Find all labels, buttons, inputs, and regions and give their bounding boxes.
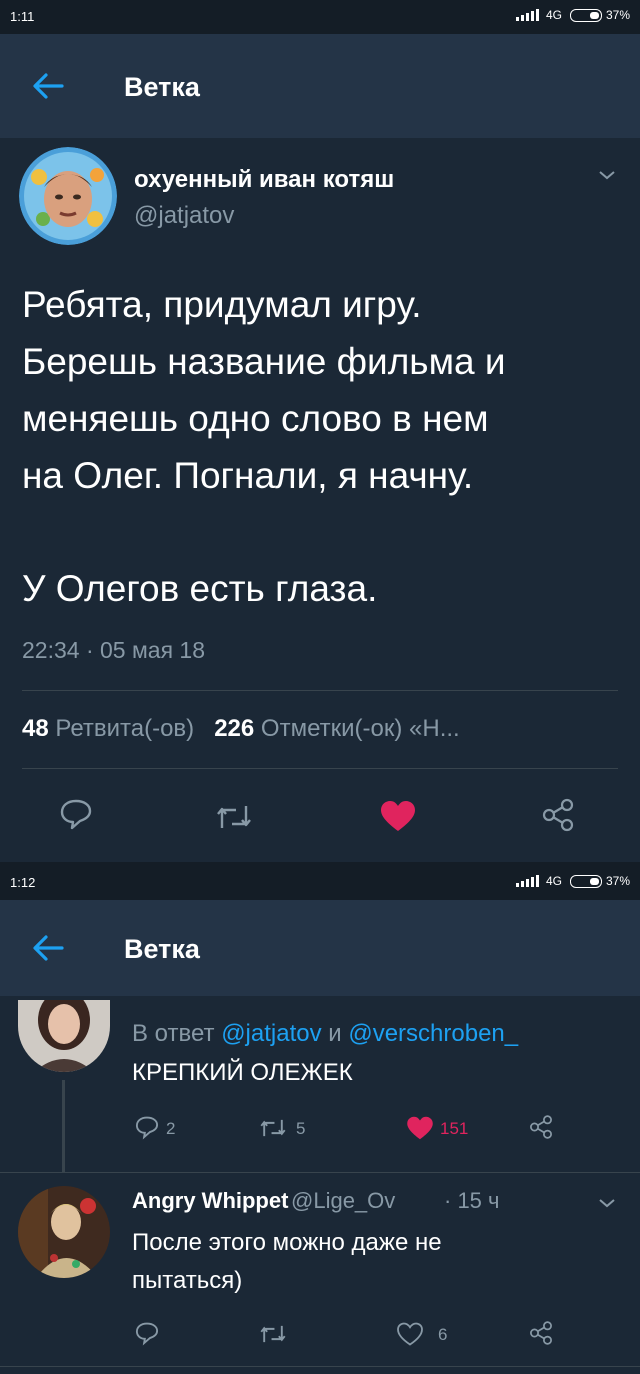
author-name[interactable]: охуенный иван котяш <box>134 166 394 194</box>
page-title: Ветка <box>124 934 200 964</box>
thread-line <box>62 1080 65 1172</box>
page-title: Ветка <box>124 72 200 102</box>
screenshot-1: 1:11 4G 37% Ветка охуенный иван котяш @j… <box>0 0 640 862</box>
more-stats[interactable]: «Н... <box>409 715 460 742</box>
reply-conj: и <box>328 1020 342 1047</box>
heart-icon[interactable] <box>396 1322 424 1346</box>
author-handle[interactable]: @jatjatov <box>134 202 234 230</box>
reply-context: В ответ @jatjatov и @verschroben_ <box>132 1016 518 1052</box>
app-bar: Ветка <box>0 34 640 138</box>
battery-level: 37% <box>605 8 630 22</box>
heart-icon[interactable] <box>406 1116 434 1140</box>
author-handle[interactable]: @Lige_Ov <box>291 1188 395 1214</box>
tweet-timestamp: 22:34 · 05 мая 18 <box>22 637 206 663</box>
tweet-paragraph: Ребята, придумал игру. Берешь название ф… <box>22 284 506 496</box>
divider <box>0 1366 640 1367</box>
reply-text: КРЕПКИЙ ОЛЕЖЕК <box>132 1059 353 1086</box>
screenshot-2: 1:12 4G 37% Ветка В ответ @jatjatov и @v… <box>0 866 640 1374</box>
reply-icon[interactable] <box>58 796 94 832</box>
likes-count: 151 <box>440 1119 469 1138</box>
likes-count: 6 <box>438 1325 448 1344</box>
status-time: 1:12 <box>10 875 36 890</box>
author-name[interactable]: Angry Whippet <box>132 1188 288 1214</box>
battery-icon <box>569 8 602 22</box>
battery-icon <box>569 874 602 888</box>
likes-count[interactable]: 226 <box>214 715 254 742</box>
reply-icon[interactable] <box>134 1114 160 1140</box>
status-time: 1:11 <box>10 9 35 24</box>
reply-time: · 15 ч <box>444 1188 500 1213</box>
share-icon[interactable] <box>528 1114 554 1140</box>
divider <box>0 1172 640 1173</box>
divider <box>22 768 618 769</box>
reply-prefix: В ответ <box>132 1020 215 1047</box>
mention-link[interactable]: @jatjatov <box>221 1020 321 1047</box>
retweets-count[interactable]: 48 <box>22 715 49 742</box>
signal-icon <box>515 875 542 887</box>
network-type: 4G <box>545 8 562 22</box>
avatar[interactable] <box>18 1000 110 1072</box>
share-icon[interactable] <box>540 797 576 833</box>
retweet-icon[interactable] <box>214 802 254 832</box>
status-bar: 1:11 4G 37% <box>0 0 640 34</box>
chevron-down-icon[interactable] <box>598 170 616 180</box>
chevron-down-icon[interactable] <box>598 1198 616 1208</box>
reply-icon[interactable] <box>134 1320 160 1346</box>
replies-count: 2 <box>166 1119 176 1138</box>
signal-icon <box>515 9 542 21</box>
back-arrow-icon[interactable] <box>28 928 68 968</box>
battery-level: 37% <box>605 874 630 888</box>
share-icon[interactable] <box>528 1320 554 1346</box>
retweets-count: 5 <box>296 1119 306 1138</box>
network-type: 4G <box>545 874 562 888</box>
mention-link[interactable]: @verschroben_ <box>348 1020 518 1047</box>
divider <box>22 690 618 691</box>
avatar[interactable] <box>19 147 117 245</box>
app-bar: Ветка <box>0 900 640 996</box>
likes-label[interactable]: Отметки(-ок) <box>261 715 402 742</box>
status-bar: 1:12 4G 37% <box>0 866 640 900</box>
tweet-text: Ребята, придумал игру. Берешь название ф… <box>22 276 622 617</box>
back-arrow-icon[interactable] <box>28 66 68 106</box>
retweet-icon[interactable] <box>258 1117 288 1139</box>
heart-icon[interactable] <box>380 800 416 832</box>
retweet-icon[interactable] <box>258 1323 288 1345</box>
avatar[interactable] <box>18 1186 110 1278</box>
reply-text: После этого можно даже не пытаться) <box>132 1229 442 1294</box>
retweets-label[interactable]: Ретвита(-ов) <box>55 715 194 742</box>
tweet-stats: 48 Ретвита(-ов) 226 Отметки(-ок) «Н... <box>22 715 460 743</box>
tweet-paragraph: У Олегов есть глаза. <box>22 568 378 609</box>
